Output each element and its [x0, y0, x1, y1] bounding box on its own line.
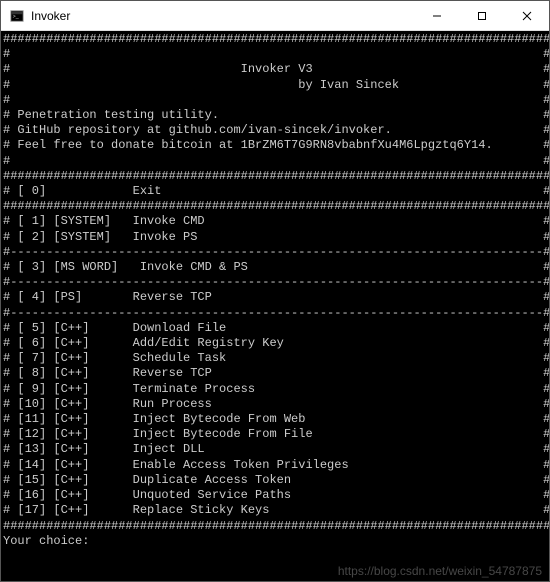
- window-title: Invoker: [31, 9, 414, 23]
- titlebar: >_ Invoker: [1, 1, 549, 31]
- svg-text:>_: >_: [13, 13, 19, 19]
- app-icon: >_: [9, 8, 25, 24]
- maximize-button[interactable]: [459, 1, 504, 30]
- console-output[interactable]: ########################################…: [1, 31, 549, 581]
- close-button[interactable]: [504, 1, 549, 30]
- minimize-button[interactable]: [414, 1, 459, 30]
- window-controls: [414, 1, 549, 30]
- app-window: >_ Invoker #############################…: [0, 0, 550, 582]
